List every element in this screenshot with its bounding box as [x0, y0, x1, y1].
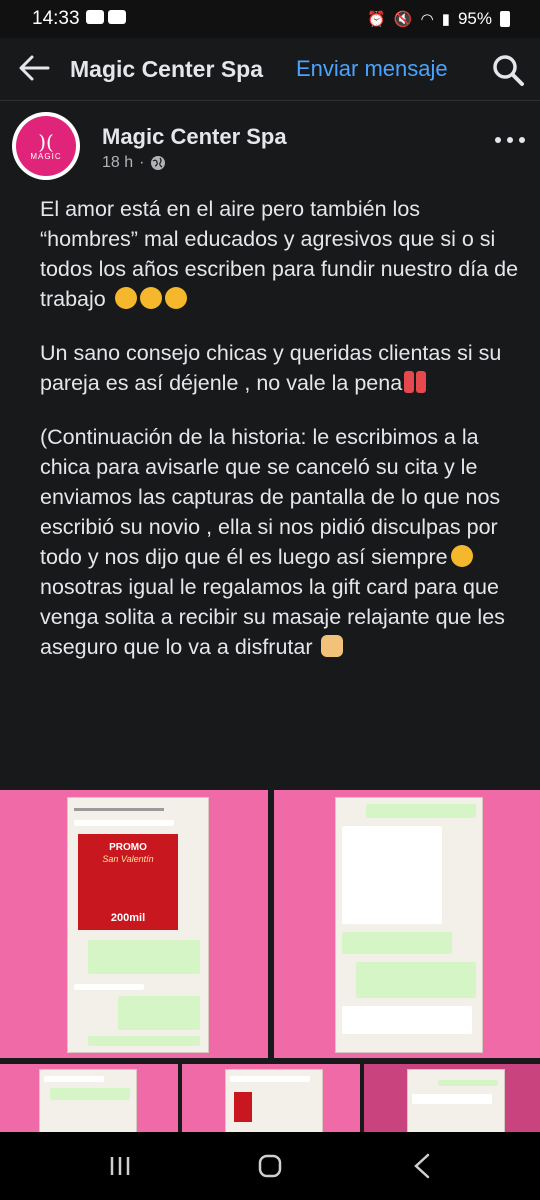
chat-screenshot: [40, 1070, 136, 1132]
chat-bubble: [342, 826, 442, 924]
chat-bubble: [88, 940, 200, 974]
status-indicators: ⏰ 🔇 ◠ ▮ 95%: [367, 9, 510, 29]
post-meta: 18 h ·: [102, 154, 166, 172]
promo-title: PROMO: [109, 842, 147, 853]
promo-subtitle: San Valentín: [102, 854, 154, 864]
chat-bubble: [342, 932, 452, 954]
post-paragraph: El amor está en el aire pero también los…: [40, 194, 520, 314]
system-back-button[interactable]: [410, 1152, 434, 1180]
status-time: 14:33: [32, 8, 80, 29]
avatar-text: MAGIC: [30, 151, 62, 161]
promo-price: 200mil: [110, 912, 146, 924]
angry-face-icon: [164, 287, 187, 309]
more-options-button[interactable]: [492, 128, 528, 152]
meta-separator: ·: [139, 154, 145, 171]
post-image[interactable]: [0, 1064, 178, 1132]
post-time[interactable]: 18 h: [102, 154, 133, 172]
youtube-icon: [108, 10, 126, 24]
status-bar: 14:33 ⏰ 🔇 ◠ ▮ 95%: [0, 0, 540, 38]
paragraph-text: Un sano consejo chicas y queridas client…: [40, 341, 502, 395]
send-message-link[interactable]: Enviar mensaje: [296, 56, 448, 82]
paragraph-text: El amor está en el aire pero también los…: [40, 197, 519, 311]
recents-icon: [110, 1157, 130, 1175]
post-image[interactable]: [364, 1064, 540, 1132]
post-image[interactable]: PROMO San Valentín 200mil: [0, 790, 268, 1058]
app-bar: Magic Center Spa Enviar mensaje: [0, 38, 540, 101]
search-button[interactable]: [490, 52, 526, 88]
chat-bubble: [412, 1094, 492, 1104]
chat-screenshot: PROMO San Valentín 200mil: [68, 798, 208, 1052]
more-dots-icon: [495, 137, 525, 143]
battery-percent: 95%: [457, 9, 492, 28]
page-title: Magic Center Spa: [70, 56, 263, 82]
avatar-logo: )( MAGIC: [16, 116, 76, 176]
home-icon: [258, 1154, 282, 1178]
recents-button[interactable]: [108, 1154, 132, 1178]
chat-bubble: [74, 984, 144, 990]
double-exclamation-icon: [404, 371, 415, 393]
signal-icon: ▮: [441, 11, 450, 28]
pleading-face-icon: [450, 545, 473, 567]
back-button[interactable]: [14, 50, 54, 86]
chat-bubble: [88, 1036, 200, 1046]
chat-bubble: [356, 962, 476, 998]
chat-bubble: [366, 804, 476, 818]
logo-mark-icon: )(: [38, 129, 54, 154]
chevron-left-icon: [414, 1153, 430, 1179]
post-paragraph: Un sano consejo chicas y queridas client…: [40, 338, 520, 398]
globe-icon: [151, 156, 166, 170]
double-exclamation-icon: [416, 371, 427, 393]
home-button[interactable]: [258, 1154, 282, 1178]
promo-card: PROMO San Valentín 200mil: [78, 834, 178, 930]
avatar[interactable]: )( MAGIC: [12, 112, 80, 180]
post-text: El amor está en el aire pero también los…: [40, 194, 520, 686]
chat-screenshot: [226, 1070, 322, 1132]
chat-bubble: [50, 1088, 130, 1100]
chat-bubble: [438, 1080, 498, 1086]
post-header: )( MAGIC Magic Center Spa 18 h ·: [0, 100, 540, 192]
wifi-icon: ◠: [420, 11, 434, 28]
search-icon: [493, 55, 524, 86]
chat-bubble: [118, 996, 200, 1030]
arrow-left-icon: [19, 55, 50, 81]
post-image[interactable]: [274, 790, 540, 1058]
chat-bubble: [74, 820, 174, 826]
paragraph-text: (Continuación de la historia: le escribi…: [40, 425, 501, 569]
mute-icon: 🔇: [393, 11, 413, 28]
post-image[interactable]: [182, 1064, 360, 1132]
alarm-icon: ⏰: [367, 11, 386, 28]
chat-screenshot: [408, 1070, 504, 1132]
post-image-grid: PROMO San Valentín 200mil: [0, 790, 540, 1132]
gift-card-image: [234, 1092, 252, 1122]
status-app-icons: [86, 10, 126, 24]
post-paragraph: (Continuación de la historia: le escribi…: [40, 422, 520, 662]
post-author[interactable]: Magic Center Spa: [102, 124, 287, 150]
chat-screenshot: [336, 798, 482, 1052]
relieved-face-icon: [139, 287, 162, 309]
paragraph-text: nosotras igual le regalamos la gift card…: [40, 575, 505, 659]
system-nav-bar: [0, 1132, 540, 1200]
chat-bubble: [44, 1076, 104, 1082]
heart-hands-icon: [321, 635, 344, 657]
youtube-icon: [86, 10, 104, 24]
chat-bubble: [230, 1076, 310, 1082]
battery-icon: [500, 11, 510, 27]
chat-bubble: [342, 1006, 472, 1034]
chat-text-line: [74, 808, 164, 811]
crying-face-icon: [114, 287, 137, 309]
